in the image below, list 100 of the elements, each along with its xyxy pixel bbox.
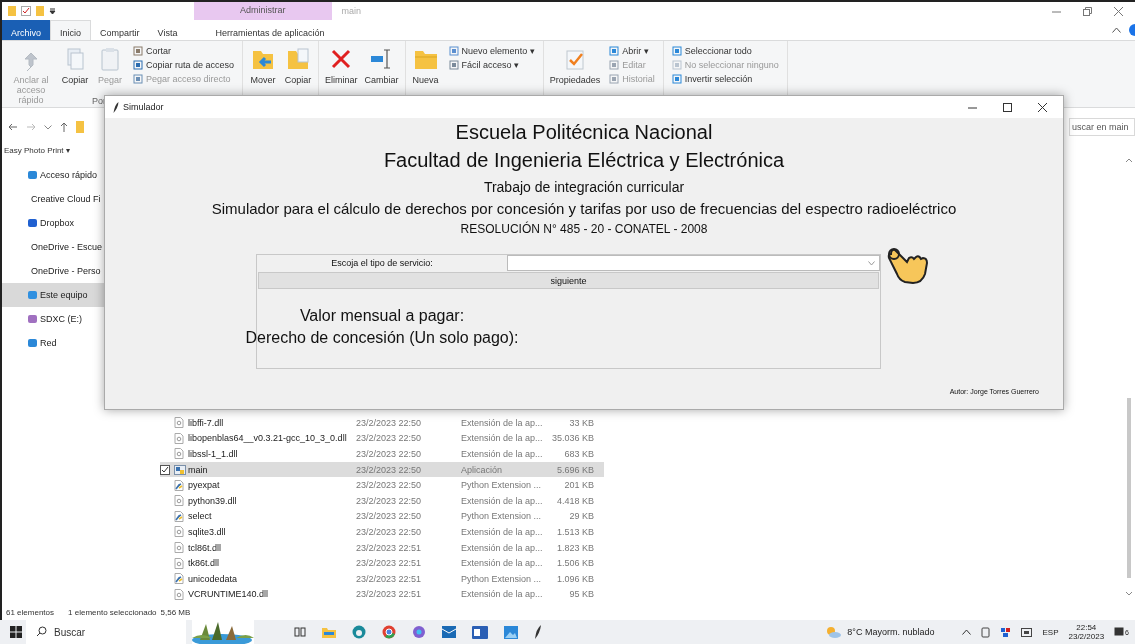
file-size: 4.418 KB — [555, 495, 594, 506]
toolbar-label[interactable]: Easy Photo Print ▾ — [2, 146, 104, 163]
ribbon-tab[interactable]: Inicio — [50, 20, 92, 40]
file-row[interactable]: tcl86t.dll 23/2/2023 22:51 Extensión de la ap... 1.823 KB — [160, 539, 604, 556]
ribbon-button[interactable]: Abrir ▾ — [608, 45, 656, 57]
file-row[interactable]: select 23/2/2023 22:50 Python Extension ... 29 KB — [160, 508, 604, 525]
ribbon-tab[interactable]: Compartir — [91, 20, 149, 40]
chevron-up-icon[interactable] — [1112, 27, 1121, 33]
checkmark-icon[interactable] — [21, 6, 31, 16]
ribbon-button[interactable]: Mover — [247, 45, 280, 85]
ribbon-tab[interactable]: Vista — [148, 20, 187, 40]
file-size: 1.096 KB — [555, 573, 594, 584]
ribbon-button[interactable]: Copiar — [282, 45, 315, 85]
file-type: Python Extension ... — [461, 480, 543, 491]
help-icon[interactable] — [1127, 24, 1135, 36]
file-row[interactable]: libffi-7.dll 23/2/2023 22:50 Extensión de la ap... 33 KB — [160, 415, 604, 431]
restore-icon[interactable] — [1083, 6, 1092, 16]
ribbon-button[interactable]: Cambiar — [362, 45, 401, 85]
nav-item[interactable]: SDXC (E:) — [2, 307, 104, 331]
tray-icon[interactable] — [1021, 626, 1033, 638]
file-row[interactable]: libopenblas64__v0.3.21-gcc_10_3_0.dll 23/2/2023 22:50 Extensión de la ap... 35.036 KB — [160, 430, 604, 447]
mail-icon[interactable] — [442, 626, 456, 638]
ribbon-tab[interactable]: Herramientas de aplicación — [206, 20, 334, 40]
next-button[interactable]: siguiente — [258, 272, 879, 289]
checkbox-icon[interactable] — [160, 464, 170, 475]
file-name: python39.dll — [188, 495, 238, 506]
file-date: 23/2/2023 22:50 — [356, 464, 423, 475]
weather-text[interactable]: 8°C Mayorm. nublado — [847, 627, 935, 637]
dropdown-icon[interactable] — [49, 7, 56, 15]
nav-item[interactable]: OneDrive - Perso — [2, 259, 104, 283]
file-name: pyexpat — [188, 480, 221, 491]
nav-item[interactable]: Acceso rápido — [2, 163, 104, 187]
file-row[interactable]: libssl-1_1.dll 23/2/2023 22:50 Extensión de la ap... 683 KB — [160, 446, 604, 462]
file-date: 23/2/2023 22:50 — [356, 433, 423, 444]
selection-size: 5,56 MB — [160, 607, 191, 617]
browser-icon[interactable] — [382, 625, 396, 639]
folder-icon[interactable] — [322, 626, 336, 638]
file-row[interactable]: python39.dll 23/2/2023 22:50 Extensión de la ap... 4.418 KB — [160, 492, 604, 509]
file-name: libffi-7.dll — [188, 417, 225, 428]
ribbon-button[interactable]: Fácil acceso ▾ — [447, 59, 536, 71]
selection-info: 1 elemento seleccionado — [68, 607, 157, 617]
file-row[interactable]: sqlite3.dll 23/2/2023 22:50 Extensión de la ap... 1.513 KB — [160, 524, 604, 540]
file-row[interactable]: VCRUNTIME140.dll 23/2/2023 22:51 Extensión de la ap... 95 KB — [160, 586, 604, 603]
browser-icon[interactable] — [352, 625, 366, 639]
feather-icon[interactable] — [534, 625, 542, 639]
app-icon[interactable] — [412, 625, 426, 639]
file-name: VCRUNTIME140.dll — [188, 589, 270, 600]
file-type: Aplicación — [461, 464, 504, 475]
item-icon — [609, 74, 620, 84]
file-row[interactable]: pyexpat 23/2/2023 22:50 Python Extension ... 201 KB — [160, 477, 604, 493]
scrollbar[interactable] — [1125, 158, 1133, 598]
file-size: 1.823 KB — [555, 542, 594, 553]
hand-cursor-icon — [885, 246, 931, 286]
chevron-up-icon[interactable] — [962, 629, 972, 635]
ribbon-button[interactable]: Copiar ruta de acceso — [132, 59, 236, 71]
up-arrow-icon[interactable] — [60, 122, 68, 132]
nav-item[interactable]: OneDrive - Escue — [2, 235, 104, 259]
ribbon-button[interactable]: Nuevo elemento ▾ — [447, 45, 536, 57]
tray-icon[interactable] — [1000, 626, 1012, 638]
file-name: tcl86t.dll — [188, 542, 223, 553]
file-icon — [174, 432, 184, 444]
search-field[interactable]: Buscar — [26, 620, 186, 644]
search-field[interactable]: uscar en main — [1069, 118, 1135, 136]
file-row[interactable]: tk86t.dll 23/2/2023 22:51 Extensión de la ap... 1.506 KB — [160, 555, 604, 571]
nav-item[interactable]: Creative Cloud Fi — [2, 187, 104, 211]
maximize-icon[interactable] — [1003, 102, 1012, 112]
notification-icon[interactable] — [1114, 627, 1125, 637]
back-arrow-icon[interactable] — [8, 123, 18, 131]
ribbon-button[interactable]: Seleccionar todo — [670, 45, 780, 57]
file-icon — [174, 448, 184, 460]
language-indicator[interactable]: ESP — [1042, 627, 1059, 637]
ribbon-tab[interactable]: Archivo — [2, 20, 50, 40]
close-icon[interactable] — [1038, 102, 1047, 112]
task-view-icon[interactable] — [294, 626, 306, 638]
file-size: 1.513 KB — [555, 526, 594, 537]
file-row[interactable]: unicodedata 23/2/2023 22:51 Python Extension ... 1.096 KB — [160, 570, 604, 587]
ribbon-button[interactable]: Propiedades — [547, 45, 603, 85]
windows-logo-icon[interactable] — [10, 626, 22, 638]
ribbon-button[interactable]: Nueva — [409, 45, 442, 85]
item-icon — [448, 46, 459, 56]
nav-item[interactable]: Este equipo — [2, 283, 104, 307]
item-icon — [609, 46, 620, 56]
nav-item[interactable]: Red — [2, 331, 104, 355]
item-icon — [133, 60, 143, 70]
file-size: 1.506 KB — [555, 558, 594, 569]
chevron-down-icon[interactable] — [44, 124, 52, 130]
document-icon[interactable] — [472, 625, 488, 639]
file-size: 201 KB — [563, 480, 594, 491]
ribbon-button[interactable]: Cortar — [132, 45, 236, 57]
nav-item[interactable]: Dropbox — [2, 211, 104, 235]
file-type: Extensión de la ap... — [461, 449, 544, 459]
ribbon-button[interactable]: Invertir selección — [670, 73, 780, 85]
clock[interactable]: 22:54 23/2/2023 — [1068, 623, 1105, 641]
tray-icon[interactable] — [981, 626, 991, 638]
file-type: Extensión de la ap... — [461, 495, 544, 506]
file-row[interactable]: main 23/2/2023 22:50 Aplicación 5.696 KB — [160, 461, 604, 478]
file-size: 5.696 KB — [555, 464, 594, 475]
ribbon-button[interactable]: Eliminar — [323, 45, 360, 85]
image-icon[interactable] — [504, 625, 518, 639]
ribbon-button[interactable]: Copiar — [59, 45, 91, 85]
